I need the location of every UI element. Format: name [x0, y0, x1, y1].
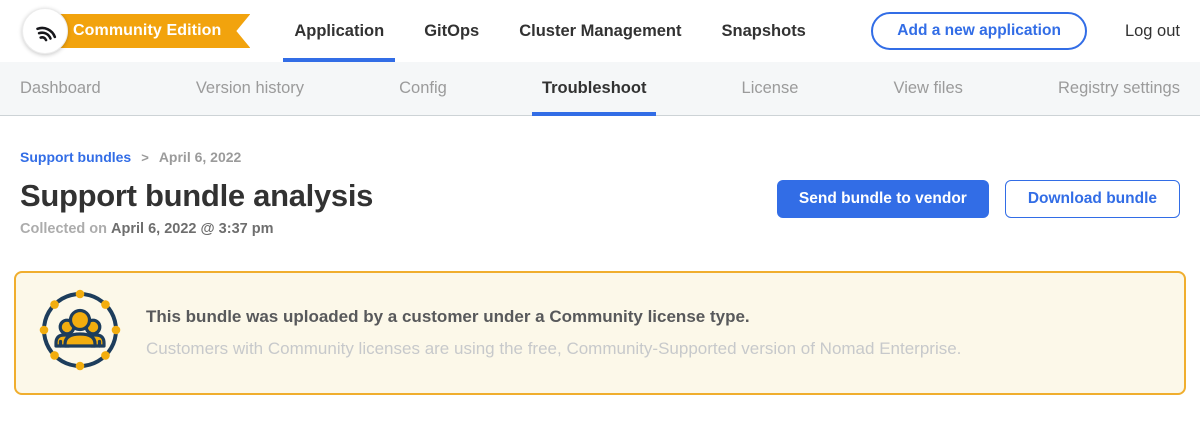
title-block: Support bundle analysis Collected on Apr… — [20, 178, 373, 237]
subnav-tab-license[interactable]: License — [742, 62, 799, 115]
main-content: Support bundles > April 6, 2022 Support … — [0, 149, 1200, 395]
subnav-tab-registry-settings[interactable]: Registry settings — [1058, 62, 1180, 115]
admin-console: Community Edition Application GitOps Clu… — [0, 0, 1200, 395]
breadcrumb-current: April 6, 2022 — [159, 149, 242, 165]
nav-tab-snapshots[interactable]: Snapshots — [722, 0, 806, 62]
replicated-logo[interactable] — [22, 8, 68, 54]
breadcrumb: Support bundles > April 6, 2022 — [20, 149, 1180, 165]
bundle-actions: Send bundle to vendor Download bundle — [777, 178, 1180, 218]
send-bundle-to-vendor-button[interactable]: Send bundle to vendor — [777, 180, 989, 218]
add-application-button[interactable]: Add a new application — [871, 12, 1087, 50]
secondary-nav: Dashboard Version history Config Trouble… — [0, 62, 1200, 116]
collected-value: April 6, 2022 @ 3:37 pm — [111, 221, 273, 237]
brand: Community Edition — [22, 8, 250, 54]
subnav-tab-dashboard[interactable]: Dashboard — [20, 62, 101, 115]
subnav-tab-version-history[interactable]: Version history — [196, 62, 304, 115]
community-users-icon — [36, 286, 124, 379]
top-header: Community Edition Application GitOps Clu… — [0, 0, 1200, 62]
subnav-tab-troubleshoot[interactable]: Troubleshoot — [542, 62, 647, 115]
community-license-banner: This bundle was uploaded by a customer u… — [14, 271, 1186, 395]
breadcrumb-separator: > — [141, 150, 149, 165]
subnav-tab-config[interactable]: Config — [399, 62, 447, 115]
download-bundle-button[interactable]: Download bundle — [1005, 180, 1180, 218]
banner-text: This bundle was uploaded by a customer u… — [146, 307, 961, 359]
banner-subtext: Customers with Community licenses are us… — [146, 339, 961, 359]
banner-heading: This bundle was uploaded by a customer u… — [146, 307, 961, 327]
collected-label: Collected on — [20, 221, 107, 237]
nav-tab-application[interactable]: Application — [294, 0, 384, 62]
primary-nav: Application GitOps Cluster Management Sn… — [294, 0, 846, 62]
page-title: Support bundle analysis — [20, 178, 373, 214]
subnav-tab-view-files[interactable]: View files — [894, 62, 963, 115]
nav-tab-cluster-management[interactable]: Cluster Management — [519, 0, 681, 62]
logout-link[interactable]: Log out — [1125, 22, 1180, 41]
collected-timestamp: Collected on April 6, 2022 @ 3:37 pm — [20, 221, 373, 237]
breadcrumb-support-bundles-link[interactable]: Support bundles — [20, 149, 131, 165]
nav-tab-gitops[interactable]: GitOps — [424, 0, 479, 62]
community-edition-badge: Community Edition — [55, 14, 250, 48]
replicated-logo-icon — [32, 18, 59, 45]
title-row: Support bundle analysis Collected on Apr… — [20, 178, 1180, 237]
